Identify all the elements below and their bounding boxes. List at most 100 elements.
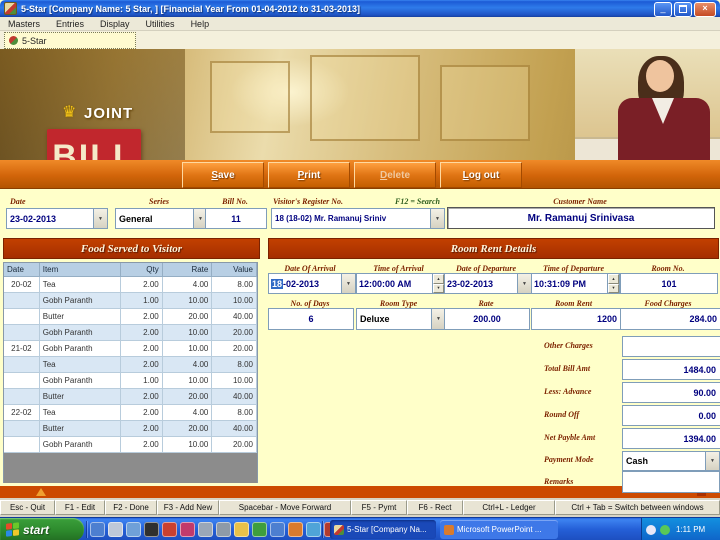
spinner-buttons[interactable]: ▲ ▼ — [607, 274, 619, 293]
messenger-icon[interactable] — [90, 522, 105, 537]
bill-no-field[interactable]: 11 — [205, 208, 267, 229]
menu-masters[interactable]: Masters — [0, 19, 48, 29]
departure-date-combobox[interactable]: 23-02-2013 ▼ — [444, 273, 532, 294]
chevron-down-icon[interactable]: ▼ — [93, 209, 107, 228]
table-row[interactable]: Gobh Paranth 2.00 10.00 20.00 — [4, 325, 257, 341]
print-button[interactable]: Print — [268, 162, 350, 188]
column-header-rate[interactable]: Rate — [162, 263, 213, 277]
media-icon[interactable] — [180, 522, 195, 537]
statusbar-hint-f2: F2 - Done — [105, 500, 157, 515]
table-row[interactable]: Butter 2.00 20.00 40.00 — [4, 309, 257, 325]
log-out-button[interactable]: Log out — [440, 162, 522, 188]
customer-name-field[interactable]: Mr. Ramanuj Srinivasa — [447, 207, 715, 229]
series-combobox[interactable]: General ▼ — [115, 208, 208, 229]
form-panel: Date Series Bill No. Visitor's Register … — [0, 189, 720, 493]
folder-icon[interactable] — [234, 522, 249, 537]
notepad-icon[interactable] — [126, 522, 141, 537]
start-button[interactable]: start — [0, 518, 84, 540]
menu-help[interactable]: Help — [183, 19, 218, 29]
spin-up-icon[interactable]: ▲ — [608, 274, 619, 284]
word-icon[interactable] — [306, 522, 321, 537]
spin-down-icon[interactable]: ▼ — [433, 283, 444, 293]
room-rent-field[interactable]: 1200 — [531, 308, 622, 330]
departure-time-spinner[interactable]: 10:31:09 PM ▲ ▼ — [531, 273, 620, 294]
save-button[interactable]: Save — [182, 162, 264, 188]
restore-button[interactable] — [674, 2, 692, 17]
less-advance-field[interactable]: 90.00 — [622, 382, 720, 403]
volume-icon[interactable] — [646, 524, 656, 535]
table-row[interactable]: 22-02 Tea 2.00 4.00 8.00 — [4, 405, 257, 421]
column-header-value[interactable]: Value — [212, 263, 257, 277]
arrival-time-spinner[interactable]: 12:00:00 AM ▲ ▼ — [356, 273, 445, 294]
ie-icon[interactable] — [270, 522, 285, 537]
logo-bill-box: BILL — [47, 129, 141, 160]
network-icon[interactable] — [660, 524, 670, 535]
chevron-down-icon[interactable]: ▼ — [517, 274, 531, 293]
visitor-register-combobox[interactable]: 18 (18-02) Mr. Ramanuj Sriniv ▼ — [271, 208, 445, 229]
column-header-date[interactable]: Date — [4, 263, 40, 277]
round-off-field[interactable]: 0.00 — [622, 405, 720, 426]
cmd-icon[interactable] — [144, 522, 159, 537]
room-no-field[interactable]: 101 — [620, 273, 718, 294]
table-cell: 2.00 — [121, 421, 163, 437]
table-row[interactable]: Butter 2.00 20.00 40.00 — [4, 389, 257, 405]
room-type-combobox[interactable]: Deluxe ▼ — [356, 308, 446, 330]
table-row[interactable]: Gobh Paranth 1.00 10.00 10.00 — [4, 373, 257, 389]
statusbar-hint-f1: F1 - Edit — [55, 500, 105, 515]
table-row[interactable]: 21-02 Gobh Paranth 2.00 10.00 20.00 — [4, 341, 257, 357]
date-combobox[interactable]: 23-02-2013 ▼ — [6, 208, 108, 229]
table-row[interactable]: Tea 2.00 4.00 8.00 — [4, 357, 257, 373]
task-button-microsoft[interactable]: Microsoft PowerPoint ... — [440, 520, 558, 539]
visitor-register-label: Visitor's Register No. — [273, 197, 344, 206]
pen-icon[interactable] — [162, 522, 177, 537]
spinner-buttons[interactable]: ▲ ▼ — [432, 274, 444, 293]
table-cell: 4.00 — [162, 277, 213, 293]
window-title: 5-Star [Company Name: 5 Star, ] [Financi… — [21, 3, 360, 14]
table-row[interactable]: Butter 2.00 20.00 40.00 — [4, 421, 257, 437]
menu-utilities[interactable]: Utilities — [138, 19, 183, 29]
spin-up-icon[interactable]: ▲ — [433, 274, 444, 284]
column-header-item[interactable]: Item — [39, 263, 122, 277]
arrival-date-combobox[interactable]: 18 -02-2013 ▼ — [268, 273, 356, 294]
chevron-down-icon[interactable]: ▼ — [430, 209, 444, 228]
powerpoint-icon[interactable] — [288, 522, 303, 537]
remarks-field[interactable] — [622, 471, 720, 493]
total-bill-amt-field[interactable]: 1484.00 — [622, 359, 720, 380]
task-button-5-star-co[interactable]: 5-Star [Company Na... — [330, 520, 436, 539]
net-payble-amt-field[interactable]: 1394.00 — [622, 428, 720, 449]
tab-5star[interactable]: 5-Star — [4, 32, 136, 49]
food-charges-field[interactable]: 284.00 — [620, 308, 720, 330]
close-button[interactable]: × — [694, 2, 716, 17]
table-cell: 22-02 — [4, 405, 40, 421]
table-row[interactable]: Gobh Paranth 1.00 10.00 10.00 — [4, 293, 257, 309]
chevron-down-icon[interactable]: ▼ — [341, 274, 355, 293]
table-cell: Gobh Paranth — [39, 325, 122, 341]
departure-date-label: Date of Departure — [456, 264, 516, 273]
menu-display[interactable]: Display — [92, 19, 138, 29]
minimize-button[interactable]: _ — [654, 2, 672, 17]
table-row[interactable]: Gobh Paranth 2.00 10.00 20.00 — [4, 437, 257, 453]
my-computer-icon[interactable] — [108, 522, 123, 537]
table-cell: 20.00 — [212, 341, 257, 357]
delete-button[interactable]: Delete — [354, 162, 436, 188]
table-cell: 40.00 — [212, 421, 257, 437]
days-field[interactable]: 6 — [268, 308, 354, 330]
globe-icon[interactable] — [198, 522, 213, 537]
system-tray: 1:11 PM — [641, 518, 720, 540]
other-charges-field[interactable] — [622, 336, 720, 357]
menu-entries[interactable]: Entries — [48, 19, 92, 29]
departure-date-value: 23-02-2013 — [447, 278, 494, 289]
table-cell: 40.00 — [212, 309, 257, 325]
chevron-down-icon[interactable]: ▼ — [431, 309, 445, 329]
explorer-icon[interactable] — [216, 522, 231, 537]
column-header-qty[interactable]: Qty — [121, 263, 163, 277]
excel-icon[interactable] — [252, 522, 267, 537]
payment-mode-combobox[interactable]: Cash ▼ — [622, 451, 720, 471]
spin-down-icon[interactable]: ▼ — [608, 283, 619, 293]
table-row[interactable]: 20-02 Tea 2.00 4.00 8.00 — [4, 277, 257, 293]
bill-no-label: Bill No. — [222, 197, 248, 206]
table-cell — [4, 437, 40, 453]
restore-icon — [679, 5, 687, 13]
chevron-down-icon[interactable]: ▼ — [705, 452, 719, 470]
rate-field[interactable]: 200.00 — [444, 308, 530, 330]
